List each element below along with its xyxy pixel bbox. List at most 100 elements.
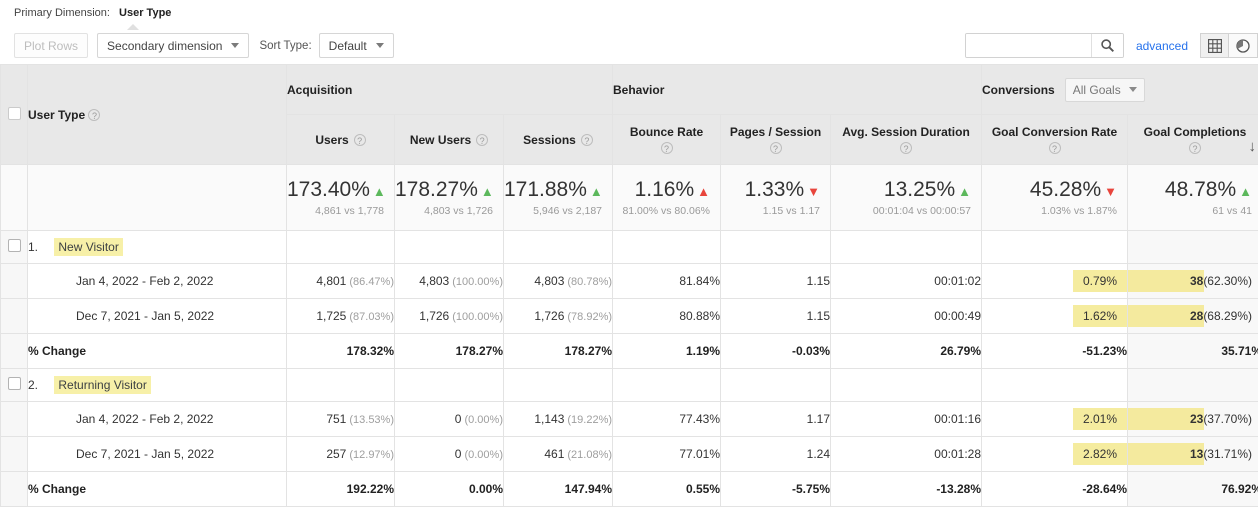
primary-dimension-value[interactable]: User Type [119,7,171,30]
summary-cell-users: 173.40% ▲ 4,861 vs 1,778 [286,164,395,231]
empty-cell [981,368,1129,402]
cell-goal-conversion-rate-change: -51.23% [981,333,1129,369]
trend-up-icon: ▲ [697,183,711,199]
cell-new-users: 1,726 (100.00%) [394,298,504,334]
cell-bounce-rate: 77.43% [612,401,722,437]
cell-users-change: 178.32% [286,333,395,369]
help-question-icon[interactable]: ? [1189,142,1202,154]
chevron-down-icon [231,43,240,48]
select-all-checkbox-cell[interactable] [0,64,28,165]
percent-change-label: % Change [27,333,287,369]
trend-up-icon: ▲ [372,183,386,199]
metric-header-avg-session-duration[interactable]: Avg. Session Duration? [830,114,983,165]
empty-cell [394,230,504,264]
row-checkbox-cell [0,401,28,437]
search-input[interactable] [965,34,1091,57]
help-question-icon[interactable]: ? [1048,142,1061,154]
row-checkbox[interactable] [7,377,21,390]
metric-header-pages-session[interactable]: Pages / Session? [720,114,832,165]
empty-cell [286,230,395,264]
sort-type-dropdown[interactable]: Default [318,33,394,58]
secondary-dimension-dropdown[interactable]: Secondary dimension [97,33,250,58]
help-question-icon[interactable]: ? [769,142,782,154]
empty-cell [1127,230,1258,264]
chevron-down-icon [375,43,384,48]
empty-cell [981,230,1129,264]
help-question-icon[interactable]: ? [660,142,673,154]
empty-cell [720,368,832,402]
empty-cell [612,368,722,402]
metric-header-users[interactable]: Users? [286,114,395,165]
cell-sessions-change: 147.94% [502,471,614,507]
select-all-checkbox[interactable] [7,106,21,120]
group-label-cell: 2. Returning Visitor [27,368,287,402]
metric-header-goal-completions[interactable]: Goal Completions? ↓ [1127,114,1258,165]
advanced-link[interactable]: advanced [1136,39,1188,53]
help-question-icon[interactable]: ? [900,142,913,154]
chevron-down-icon [1128,87,1137,92]
metric-header-new-users[interactable]: New Users? [394,114,504,165]
primary-dimension-bar: Primary Dimension: User Type [0,0,1258,30]
cell-bounce-rate: 81.84% [612,263,722,299]
summary-cell-bounce-rate: 1.16% ▲ 81.00% vs 80.06% [612,164,722,231]
help-question-icon[interactable]: ? [580,133,593,146]
table-row: Jan 4, 2022 - Feb 2, 2022 751 (13.53%) 0(… [0,401,1258,437]
summary-cell-sessions: 171.88% ▲ 5,946 vs 2,187 [502,164,614,231]
trend-up-icon: ▲ [1239,183,1253,199]
cell-bounce-rate-change: 0.55% [612,471,722,507]
group-label-cell: 1. New Visitor [27,230,287,264]
help-question-icon[interactable]: ? [353,133,366,146]
search-button[interactable] [1090,34,1123,57]
empty-cell [502,230,614,264]
help-question-icon[interactable]: ? [476,133,489,146]
metric-header-bounce-rate[interactable]: Bounce Rate? [612,114,722,165]
cell-users-change: 192.22% [286,471,395,507]
view-type-switcher [1200,33,1258,58]
summary-cell-new-users: 178.27% ▲ 4,803 vs 1,726 [394,164,504,231]
pie-chart-glyph [1236,38,1250,53]
row-checkbox-cell [0,263,28,299]
trend-down-icon: ▼ [1104,183,1118,199]
cell-pages-session: 1.17 [720,401,832,437]
cell-new-users: 0 (0.00%) [394,401,504,437]
trend-up-icon: ▲ [480,183,494,199]
cell-new-users: 0 (0.00%) [394,436,504,472]
row-checkbox[interactable] [7,239,21,252]
row-checkbox-cell [0,436,28,472]
cell-pages-session: 1.15 [720,263,832,299]
metric-header-goal-conversion-rate[interactable]: Goal Conversion Rate? [981,114,1129,165]
dimension-header-label: User Type [28,107,86,122]
all-goals-dropdown[interactable]: All Goals [1064,77,1145,102]
cell-goal-completions: 38(62.30%) [1127,263,1258,299]
sort-descending-icon[interactable]: ↓ [1249,139,1257,154]
row-checkbox-cell[interactable] [0,368,28,402]
table-grid-icon[interactable] [1200,33,1229,58]
metric-header-sessions[interactable]: Sessions? [502,114,614,165]
empty-cell [1127,368,1258,402]
row-checkbox-cell[interactable] [0,230,28,264]
cell-goal-conversion-rate: 1.62% [981,298,1129,334]
cell-bounce-rate: 77.01% [612,436,722,472]
table-grid-glyph [1207,38,1222,53]
empty-cell [830,230,983,264]
cell-new-users-change: 0.00% [394,471,504,507]
cell-avg-session-duration: 00:01:28 [830,436,983,472]
plot-rows-button[interactable]: Plot Rows [14,33,89,58]
cell-bounce-rate: 80.88% [612,298,722,334]
table-body: 173.40% ▲ 4,861 vs 1,778 178.27% ▲ 4,803 v… [0,164,1258,507]
period-label: Jan 4, 2022 - Feb 2, 2022 [27,263,287,299]
summary-cell-goal-completions: 48.78% ▲ 61 vs 41 [1127,164,1258,231]
cell-pages-session-change: -5.75% [720,471,832,507]
help-question-icon[interactable]: ? [88,108,101,121]
dimension-header-cell[interactable]: User Type ? [27,64,287,165]
primary-dimension-label: Primary Dimension: [14,7,110,19]
cell-avg-session-duration: 00:00:49 [830,298,983,334]
search-box[interactable] [964,33,1124,58]
dimension-value-link[interactable]: New Visitor [54,238,123,256]
dimension-value-link[interactable]: Returning Visitor [54,376,151,394]
pie-chart-icon[interactable] [1229,33,1258,58]
cell-pages-session: 1.15 [720,298,832,334]
empty-cell [394,368,504,402]
cell-new-users: 4,803 (100.00%) [394,263,504,299]
table-row: Dec 7, 2021 - Jan 5, 2022 257 (12.97%) 0(… [0,436,1258,472]
